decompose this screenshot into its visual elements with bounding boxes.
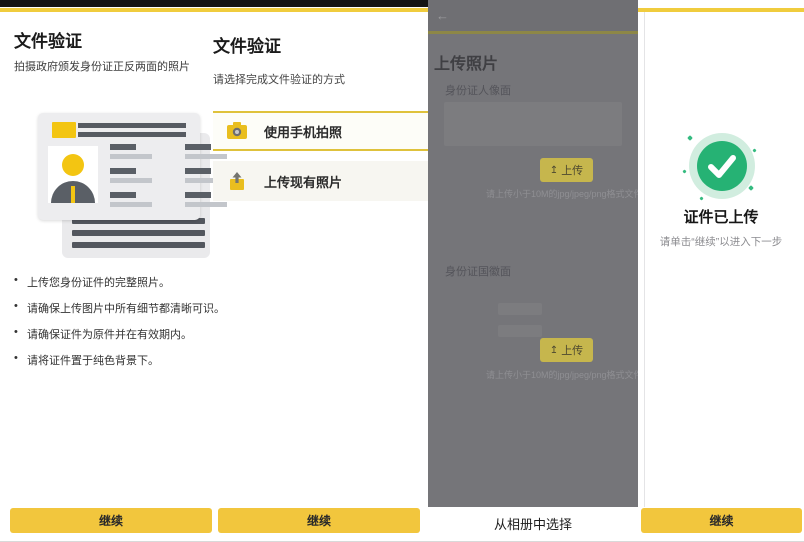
- panel-divider: [644, 12, 645, 507]
- camera-icon: [227, 122, 247, 140]
- id-back-upload-hint: 请上传小于10M的jpg/jpeg/png格式文件: [486, 368, 638, 381]
- upload-photos-panel: ← 上传照片 身份证人像面 ↥ 上传 请上传小于10M的jpg/jpeg/png…: [428, 0, 638, 507]
- id-front-upload-hint: 请上传小于10M的jpg/jpeg/png格式文件: [486, 187, 638, 200]
- upload-arrow-icon: ↥: [550, 345, 558, 356]
- option-take-photo[interactable]: 使用手机拍照: [213, 111, 428, 151]
- upload-icon: [227, 172, 247, 190]
- method-continue-button[interactable]: 继续: [218, 508, 420, 533]
- success-subtitle: 请单击“继续”以进入下一步: [638, 234, 804, 249]
- document-verification-screens: 文件验证 拍摄政府颁发身份证正反两面的照片: [0, 0, 804, 542]
- option-label: 使用手机拍照: [264, 122, 342, 141]
- id-front-upload-button[interactable]: ↥ 上传: [540, 158, 593, 182]
- guideline-item: 请确保证件为原件并在有效期内。: [14, 326, 225, 342]
- guideline-item: 上传您身份证件的完整照片。: [14, 274, 225, 290]
- back-arrow-icon[interactable]: ←: [436, 8, 449, 23]
- check-icon: [697, 141, 747, 191]
- overlay-top-bar: [428, 0, 638, 31]
- sparkle-dot: [748, 185, 754, 191]
- option-upload-existing[interactable]: 上传现有照片: [213, 161, 428, 201]
- id-back-upload-button[interactable]: ↥ 上传: [540, 338, 593, 362]
- intro-page-title: 文件验证: [14, 27, 82, 52]
- top-accent-line-left: [0, 8, 428, 12]
- guideline-item: 请确保上传图片中所有细节都清晰可识。: [14, 300, 225, 316]
- upload-guidelines-list: 上传您身份证件的完整照片。 请确保上传图片中所有细节都清晰可识。 请确保证件为原…: [14, 274, 225, 378]
- card-photo: [48, 146, 98, 203]
- overlay-accent-line: [428, 31, 638, 34]
- sparkle-dot: [687, 135, 693, 141]
- upload-arrow-icon: ↥: [550, 165, 558, 176]
- choose-from-album-button[interactable]: 从相册中选择: [494, 514, 572, 533]
- method-page-subtitle: 请选择完成文件验证的方式: [213, 71, 345, 87]
- intro-continue-button[interactable]: 继续: [10, 508, 212, 533]
- method-page-title: 文件验证: [213, 32, 281, 57]
- top-black-bar: [0, 0, 428, 7]
- id-front-section-label: 身份证人像面: [445, 82, 511, 98]
- success-continue-button[interactable]: 继续: [641, 508, 802, 533]
- top-accent-line-right: [638, 8, 804, 12]
- sparkle-dot: [752, 148, 756, 152]
- album-picker-bar: 从相册中选择: [428, 507, 638, 542]
- id-card-front: [38, 113, 200, 220]
- success-title: 证件已上传: [638, 206, 804, 227]
- id-back-section-label: 身份证国徽面: [445, 263, 511, 279]
- option-label: 上传现有照片: [264, 172, 342, 191]
- intro-page-subtitle: 拍摄政府颁发身份证正反两面的照片: [14, 58, 190, 74]
- avatar: [62, 154, 84, 176]
- guideline-item: 请将证件置于纯色背景下。: [14, 352, 225, 368]
- upload-page-title: 上传照片: [434, 50, 498, 74]
- sparkle-dot: [699, 196, 703, 200]
- id-front-preview-area: [444, 102, 622, 146]
- sparkle-dot: [682, 169, 686, 173]
- id-card-illustration: [14, 103, 210, 260]
- card-logo-mark: [52, 122, 76, 138]
